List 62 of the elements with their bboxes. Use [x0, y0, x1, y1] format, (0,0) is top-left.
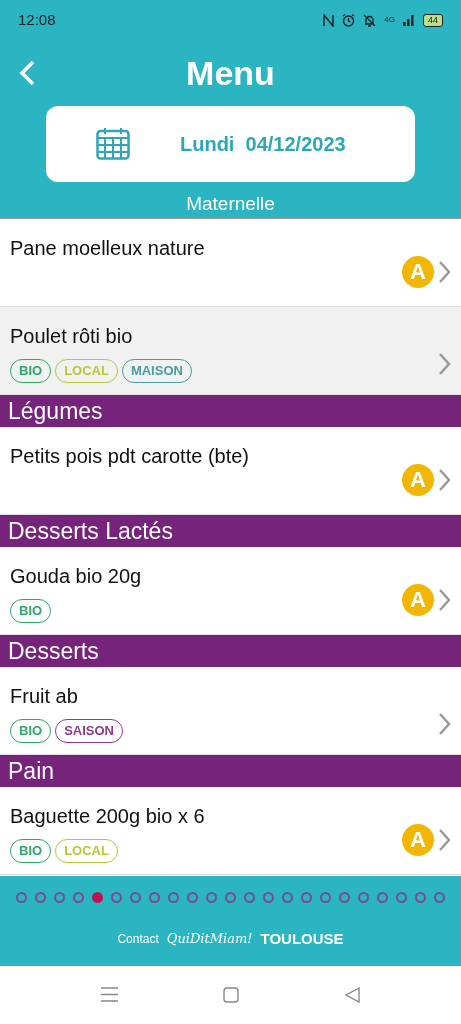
page-dot[interactable] — [73, 892, 84, 903]
date-label: Lundi 04/12/2023 — [180, 131, 346, 157]
page-dot[interactable] — [187, 892, 198, 903]
alarm-icon — [342, 13, 356, 27]
logo-script: QuiDitMiam! — [166, 930, 253, 948]
calendar-icon — [96, 127, 130, 161]
back-icon[interactable] — [18, 60, 36, 86]
menu-item[interactable]: Baguette 200g bio x 6 BIO LOCAL A — [0, 787, 461, 875]
dish-name: Gouda bio 20g — [10, 564, 142, 589]
bell-muted-icon — [363, 13, 377, 27]
allergen-badge: A — [402, 256, 434, 288]
page-dot[interactable] — [16, 892, 27, 903]
status-time: 12:08 — [18, 9, 56, 30]
menu-item[interactable]: Poulet rôti bio BIO LOCAL MAISON — [0, 307, 461, 395]
chevron-icon — [438, 260, 451, 284]
page-dot[interactable] — [225, 892, 236, 903]
page-dot[interactable] — [339, 892, 350, 903]
section-header: Desserts — [0, 635, 461, 667]
dish-name: Fruit ab — [10, 684, 79, 709]
battery-indicator: 44 — [423, 13, 443, 27]
page-dot[interactable] — [244, 892, 255, 903]
dish-name: Pane moelleux nature — [10, 236, 205, 261]
chevron-icon — [438, 712, 451, 736]
dish-name: Petits pois pdt carotte (bte) — [10, 444, 249, 469]
page-dot[interactable] — [130, 892, 141, 903]
menu-icon[interactable] — [100, 987, 118, 1002]
signal-icon — [403, 14, 415, 26]
dish-name: Poulet rôti bio — [10, 324, 134, 349]
page-dot[interactable] — [149, 892, 160, 903]
page-dot[interactable] — [206, 892, 217, 903]
dish-name: Baguette 200g bio x 6 — [10, 804, 205, 829]
chevron-icon — [438, 352, 451, 376]
page-dot[interactable] — [377, 892, 388, 903]
page-dot[interactable] — [358, 892, 369, 903]
page-dot[interactable] — [282, 892, 293, 903]
page-dot[interactable] — [301, 892, 312, 903]
page-dot[interactable] — [35, 892, 46, 903]
page-title: Menu — [186, 56, 275, 90]
home-icon[interactable] — [223, 986, 240, 1003]
back-nav-icon[interactable] — [345, 986, 361, 1003]
section-header: Pain — [0, 755, 461, 787]
page-dot[interactable] — [320, 892, 331, 903]
page-dot[interactable] — [434, 892, 445, 903]
logo-city: TOULOUSE — [260, 928, 344, 949]
chevron-icon — [438, 828, 451, 852]
allergen-badge: A — [402, 584, 434, 616]
chevron-icon — [438, 588, 451, 612]
allergen-badge: A — [402, 464, 434, 496]
page-dot[interactable] — [415, 892, 426, 903]
page-dot[interactable] — [92, 892, 103, 903]
nfc-icon — [323, 13, 335, 27]
section-header: Légumes — [0, 395, 461, 427]
page-dot[interactable] — [54, 892, 65, 903]
group-label: Maternelle — [186, 191, 275, 216]
allergen-badge: A — [402, 824, 434, 856]
page-dot[interactable] — [263, 892, 274, 903]
chevron-icon — [438, 468, 451, 492]
page-dot[interactable] — [111, 892, 122, 903]
network-label: 4G — [384, 14, 395, 26]
section-header: Desserts Lactés — [0, 515, 461, 547]
page-dot[interactable] — [168, 892, 179, 903]
page-dot[interactable] — [396, 892, 407, 903]
